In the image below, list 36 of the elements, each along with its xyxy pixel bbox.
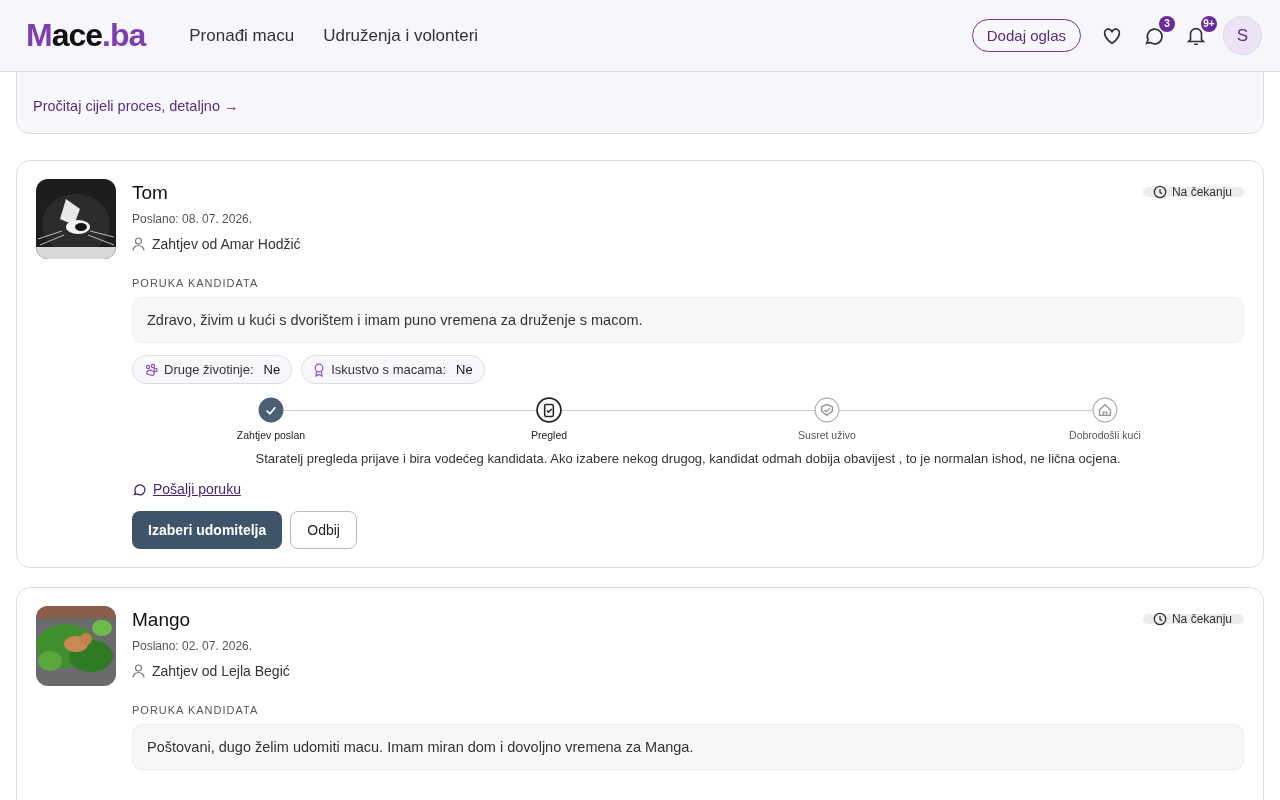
step-label: Susret uživo xyxy=(798,429,856,441)
nav-link[interactable]: Udruženja i volonteri xyxy=(323,25,479,46)
logo[interactable]: Mace.ba xyxy=(26,17,146,54)
candidate-message: Zdravo, živim u kući s dvorištem i imam puno vremena za druženje s macom. xyxy=(132,297,1244,343)
info-chip: Iskustvo s macama: Ne xyxy=(301,355,485,384)
award-icon xyxy=(313,362,326,377)
status-badge: Na čekanju xyxy=(1142,614,1244,624)
sent-date: Poslano: 02. 07. 2026. xyxy=(132,639,254,653)
cat-name: Mango xyxy=(132,609,191,631)
cat-name: Tom xyxy=(132,182,168,204)
read-process-link[interactable]: Pročitaj cijeli proces, detaljno → xyxy=(33,98,239,114)
section-label: PORUKA KANDIDATA xyxy=(132,704,260,716)
user-avatar[interactable]: S xyxy=(1223,16,1262,55)
section-label: PORUKA KANDIDATA xyxy=(132,277,260,289)
clock-icon xyxy=(1152,612,1167,626)
info-chip: Druge životinje: Ne xyxy=(132,355,293,384)
person-icon xyxy=(132,237,145,251)
count-badge: 3 xyxy=(1159,15,1175,32)
step-label: Pregled xyxy=(530,429,568,441)
send-message-link[interactable]: Pošalji poruku xyxy=(132,481,1244,497)
requester-name: Zahtjev od Amar Hodžić xyxy=(152,236,301,252)
person-icon xyxy=(132,664,145,678)
clock-icon xyxy=(1152,185,1167,199)
step-description: Staratelj pregleda prijave i bira vodećeg kandidata. Ako izabere nekog drugog, kandidat odmah dobija obavijest , to je normalan ishod, ne lična ocjena. xyxy=(254,451,1122,466)
status-badge: Na čekanju xyxy=(1142,187,1244,197)
choose-adopter-button[interactable]: Izaberi udomitelja xyxy=(132,511,283,549)
chat-icon xyxy=(132,481,147,497)
requester-name: Zahtjev od Lejla Begić xyxy=(152,663,290,679)
count-badge: 9+ xyxy=(1201,15,1217,32)
step-label: Zahtjev poslan xyxy=(236,429,306,441)
nav-link[interactable]: Pronađi macu xyxy=(189,25,295,46)
step-label: Dobrodošli kući xyxy=(1069,429,1141,441)
reject-button[interactable]: Odbij xyxy=(290,511,357,549)
sent-date: Poslano: 08. 07. 2026. xyxy=(132,212,254,226)
paw-icon xyxy=(144,362,158,377)
candidate-message: Poštovani, dugo želim udomiti macu. Imam miran dom i dovoljno vremena za Manga. xyxy=(132,724,1244,770)
